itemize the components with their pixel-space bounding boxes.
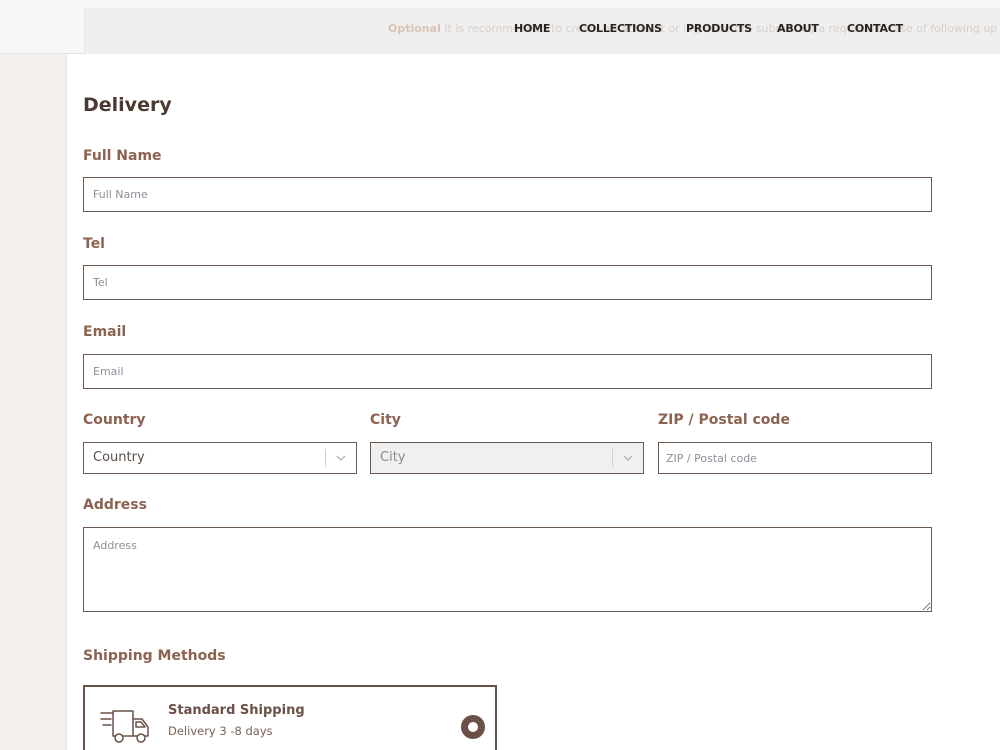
shipping-method-name: Standard Shipping xyxy=(168,703,305,718)
shipping-radio-selected[interactable] xyxy=(461,715,485,739)
city-label: City xyxy=(370,412,401,428)
nav-collections[interactable]: COLLECTIONS xyxy=(579,22,662,35)
nav-about[interactable]: ABOUT xyxy=(777,22,819,35)
nav-products[interactable]: PRODUCTS xyxy=(686,22,752,35)
tel-label: Tel xyxy=(83,236,105,252)
nav-contact[interactable]: CONTACT xyxy=(847,22,903,35)
site-header: Optional It is recommended to create an … xyxy=(0,0,1000,54)
country-select-value: Country xyxy=(93,450,145,465)
shipping-option-standard[interactable]: Standard Shipping Delivery 3 -8 days xyxy=(83,685,497,750)
notice-optional-label: Optional xyxy=(388,22,441,35)
address-textarea[interactable] xyxy=(83,527,932,612)
full-name-label: Full Name xyxy=(83,148,162,164)
nav-home[interactable]: HOME xyxy=(514,22,550,35)
select-divider xyxy=(325,449,326,467)
country-label: Country xyxy=(83,412,146,428)
left-sidebar xyxy=(0,0,67,750)
city-select-value: City xyxy=(380,450,406,465)
chevron-down-icon xyxy=(336,455,346,461)
zip-input[interactable] xyxy=(658,442,932,474)
truck-icon xyxy=(100,710,149,743)
country-select[interactable]: Country xyxy=(83,442,357,474)
zip-label: ZIP / Postal code xyxy=(658,412,790,428)
address-label: Address xyxy=(83,497,147,513)
full-name-input[interactable] xyxy=(83,177,932,212)
shipping-methods-title: Shipping Methods xyxy=(83,648,226,664)
shipping-method-eta: Delivery 3 -8 days xyxy=(168,724,273,738)
delivery-title: Delivery xyxy=(83,94,172,116)
email-label: Email xyxy=(83,324,127,340)
city-select: City xyxy=(370,442,644,474)
select-divider xyxy=(612,449,613,467)
chevron-down-icon xyxy=(623,455,633,461)
email-input[interactable] xyxy=(83,354,932,389)
tel-input[interactable] xyxy=(83,265,932,300)
